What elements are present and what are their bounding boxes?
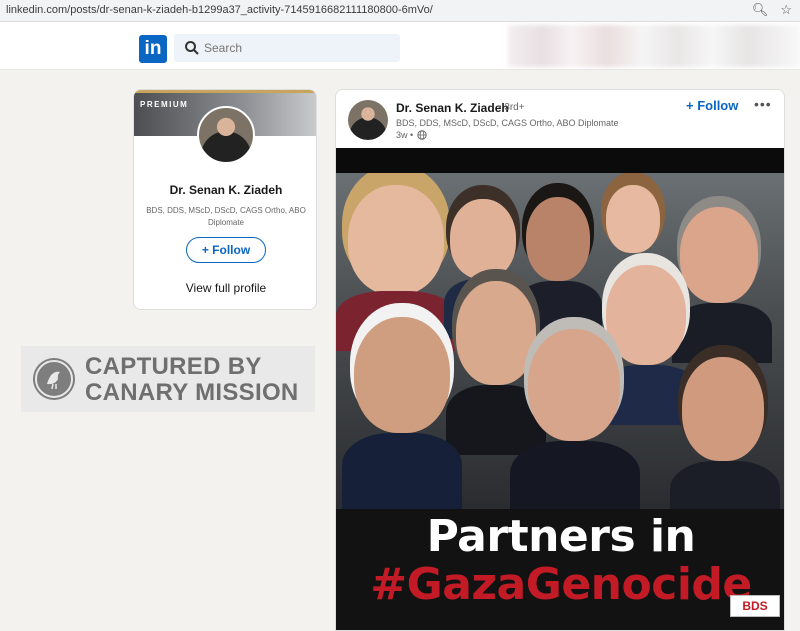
linkedin-logo[interactable]: in: [139, 35, 167, 63]
watermark-line-1: CAPTURED BY: [85, 353, 262, 380]
linkedin-header: in: [0, 22, 800, 70]
post-author-headline: BDS, DDS, MScD, DScD, CAGS Ortho, ABO Di…: [396, 118, 619, 128]
search-input[interactable]: [204, 38, 389, 58]
post-author-avatar[interactable]: [348, 100, 388, 140]
premium-badge: PREMIUM: [140, 100, 189, 109]
search-box[interactable]: [174, 34, 400, 62]
watermark-text: CAPTURED BY CANARY MISSION: [85, 354, 299, 406]
post-time: 3w •: [396, 130, 414, 140]
profile-card: PREMIUM Dr. Senan K. Ziadeh BDS, DDS, MS…: [133, 89, 317, 310]
profile-avatar[interactable]: [197, 106, 255, 164]
profile-follow-button[interactable]: + Follow: [186, 237, 266, 263]
photo-person: [510, 323, 640, 509]
caption-line-2: #GazaGenocide: [370, 559, 752, 610]
bds-logo: BDS: [730, 595, 780, 617]
connection-degree: • 3rd+: [498, 102, 525, 113]
canary-mission-watermark: CAPTURED BY CANARY MISSION: [21, 346, 315, 412]
canary-bird-icon: [33, 358, 75, 400]
photo-person: [342, 309, 462, 509]
post-image[interactable]: Partners in #GazaGenocide BDS: [336, 148, 784, 630]
url-text[interactable]: linkedin.com/posts/dr-senan-k-ziadeh-b12…: [6, 4, 433, 16]
image-caption: Partners in #GazaGenocide BDS: [336, 509, 784, 630]
blurred-nav-region: [508, 25, 800, 67]
group-photo: [336, 173, 784, 509]
more-options-icon[interactable]: •••: [754, 96, 772, 112]
zoom-icon[interactable]: 🔍︎: [752, 2, 769, 18]
profile-headline: BDS, DDS, MScD, DScD, CAGS Ortho, ABO Di…: [146, 206, 306, 227]
caption-line-1: Partners in: [426, 511, 696, 562]
watermark-line-2: CANARY MISSION: [85, 379, 299, 406]
photo-person: [670, 349, 780, 509]
search-icon: [185, 41, 199, 55]
star-icon[interactable]: ☆: [780, 2, 792, 18]
globe-icon: [417, 130, 427, 140]
view-full-profile-link[interactable]: View full profile: [134, 281, 316, 295]
url-bar-icons: 🔍︎ ☆: [752, 2, 792, 18]
post-author-name[interactable]: Dr. Senan K. Ziadeh: [396, 101, 509, 115]
post-follow-button[interactable]: + Follow: [686, 98, 738, 113]
profile-name[interactable]: Dr. Senan K. Ziadeh: [134, 183, 316, 197]
browser-url-bar[interactable]: linkedin.com/posts/dr-senan-k-ziadeh-b12…: [0, 0, 800, 22]
feed-post: Dr. Senan K. Ziadeh • 3rd+ BDS, DDS, MSc…: [335, 89, 785, 631]
